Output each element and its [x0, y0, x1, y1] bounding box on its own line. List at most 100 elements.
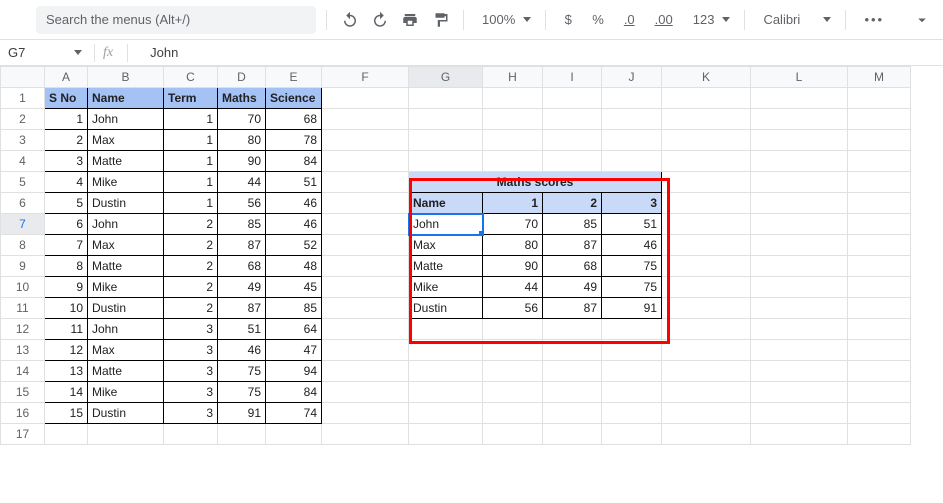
cell[interactable] — [483, 340, 543, 361]
fill-handle[interactable] — [479, 231, 483, 235]
cell[interactable] — [322, 361, 409, 382]
cell[interactable] — [751, 361, 848, 382]
cell[interactable] — [848, 193, 911, 214]
cell[interactable] — [662, 151, 751, 172]
pivot-cell[interactable]: 75 — [602, 256, 662, 277]
cell[interactable] — [662, 382, 751, 403]
row-header[interactable]: 7 — [1, 214, 45, 235]
cell[interactable]: 5 — [45, 193, 88, 214]
cell[interactable] — [218, 424, 266, 445]
col-header-D[interactable]: D — [218, 67, 266, 88]
row-header[interactable]: 16 — [1, 403, 45, 424]
cell[interactable] — [543, 382, 602, 403]
print-button[interactable] — [397, 6, 423, 34]
cell[interactable]: 51 — [218, 319, 266, 340]
cell[interactable] — [483, 382, 543, 403]
pivot-title[interactable]: Maths scores — [409, 172, 662, 193]
zoom-select[interactable]: 100% — [474, 6, 535, 34]
cell[interactable] — [662, 235, 751, 256]
cell[interactable]: 51 — [266, 172, 322, 193]
cell[interactable] — [543, 403, 602, 424]
col-header-G[interactable]: G — [409, 67, 483, 88]
cell[interactable] — [483, 403, 543, 424]
cell[interactable]: Matte — [88, 361, 164, 382]
cell[interactable]: 48 — [266, 256, 322, 277]
cell[interactable] — [483, 109, 543, 130]
cell[interactable]: Mike — [88, 172, 164, 193]
cell[interactable] — [322, 340, 409, 361]
cell[interactable]: 87 — [218, 298, 266, 319]
cell[interactable]: 84 — [266, 382, 322, 403]
row-header[interactable]: 17 — [1, 424, 45, 445]
cell[interactable] — [848, 319, 911, 340]
cell[interactable]: 13 — [45, 361, 88, 382]
more-toolbar-button[interactable]: ••• — [856, 6, 892, 34]
cell[interactable]: 84 — [266, 151, 322, 172]
col-header-I[interactable]: I — [543, 67, 602, 88]
pivot-cell[interactable]: 44 — [483, 277, 543, 298]
cell[interactable] — [848, 361, 911, 382]
cell[interactable]: 46 — [218, 340, 266, 361]
cell[interactable] — [751, 88, 848, 109]
pivot-cell[interactable]: 85 — [543, 214, 602, 235]
cell[interactable] — [751, 298, 848, 319]
more-formats-button[interactable]: 123 — [685, 6, 735, 34]
cell[interactable] — [483, 361, 543, 382]
cell[interactable] — [322, 298, 409, 319]
cell[interactable] — [322, 172, 409, 193]
cell[interactable]: 91 — [218, 403, 266, 424]
cell[interactable] — [848, 214, 911, 235]
cell[interactable] — [848, 424, 911, 445]
cell[interactable] — [409, 424, 483, 445]
cell[interactable] — [322, 151, 409, 172]
cell[interactable]: 1 — [164, 130, 218, 151]
cell[interactable] — [483, 130, 543, 151]
cell[interactable]: 10 — [45, 298, 88, 319]
cell[interactable] — [848, 298, 911, 319]
cell[interactable]: 1 — [164, 193, 218, 214]
cell[interactable] — [751, 235, 848, 256]
cell[interactable]: 45 — [266, 277, 322, 298]
cell[interactable] — [848, 235, 911, 256]
row-header[interactable]: 15 — [1, 382, 45, 403]
pivot-cell[interactable]: 87 — [543, 235, 602, 256]
cell[interactable]: 52 — [266, 235, 322, 256]
cell[interactable] — [662, 214, 751, 235]
collapse-toolbar-button[interactable] — [909, 6, 935, 34]
cell[interactable] — [483, 88, 543, 109]
pivot-name-hdr[interactable]: Name — [409, 193, 483, 214]
cell[interactable] — [483, 319, 543, 340]
cell[interactable] — [543, 109, 602, 130]
col-header-M[interactable]: M — [848, 67, 911, 88]
spreadsheet-grid[interactable]: A B C D E F G H I J K L M 1 S No Name Te… — [0, 66, 911, 445]
cell[interactable]: 3 — [164, 361, 218, 382]
active-cell[interactable]: John — [409, 214, 483, 235]
cell[interactable] — [602, 424, 662, 445]
row-header[interactable]: 6 — [1, 193, 45, 214]
menu-search[interactable]: Search the menus (Alt+/) — [36, 6, 316, 34]
pivot-cell[interactable]: 56 — [483, 298, 543, 319]
cell[interactable]: 46 — [266, 193, 322, 214]
row-header[interactable]: 2 — [1, 109, 45, 130]
pivot-cell[interactable]: 68 — [543, 256, 602, 277]
cell[interactable]: Science — [266, 88, 322, 109]
cell[interactable] — [409, 319, 483, 340]
cell[interactable] — [751, 214, 848, 235]
cell[interactable] — [751, 109, 848, 130]
cell[interactable]: 15 — [45, 403, 88, 424]
cell[interactable] — [662, 109, 751, 130]
cell[interactable] — [543, 151, 602, 172]
pivot-col-hdr[interactable]: 1 — [483, 193, 543, 214]
cell[interactable] — [602, 130, 662, 151]
cell[interactable] — [751, 130, 848, 151]
cell[interactable] — [602, 403, 662, 424]
cell[interactable] — [602, 151, 662, 172]
row-header[interactable]: 13 — [1, 340, 45, 361]
cell[interactable]: 2 — [164, 298, 218, 319]
cell[interactable] — [543, 130, 602, 151]
cell[interactable]: Dustin — [88, 403, 164, 424]
cell[interactable]: 12 — [45, 340, 88, 361]
cell[interactable] — [322, 424, 409, 445]
cell[interactable] — [164, 424, 218, 445]
cell[interactable] — [322, 319, 409, 340]
